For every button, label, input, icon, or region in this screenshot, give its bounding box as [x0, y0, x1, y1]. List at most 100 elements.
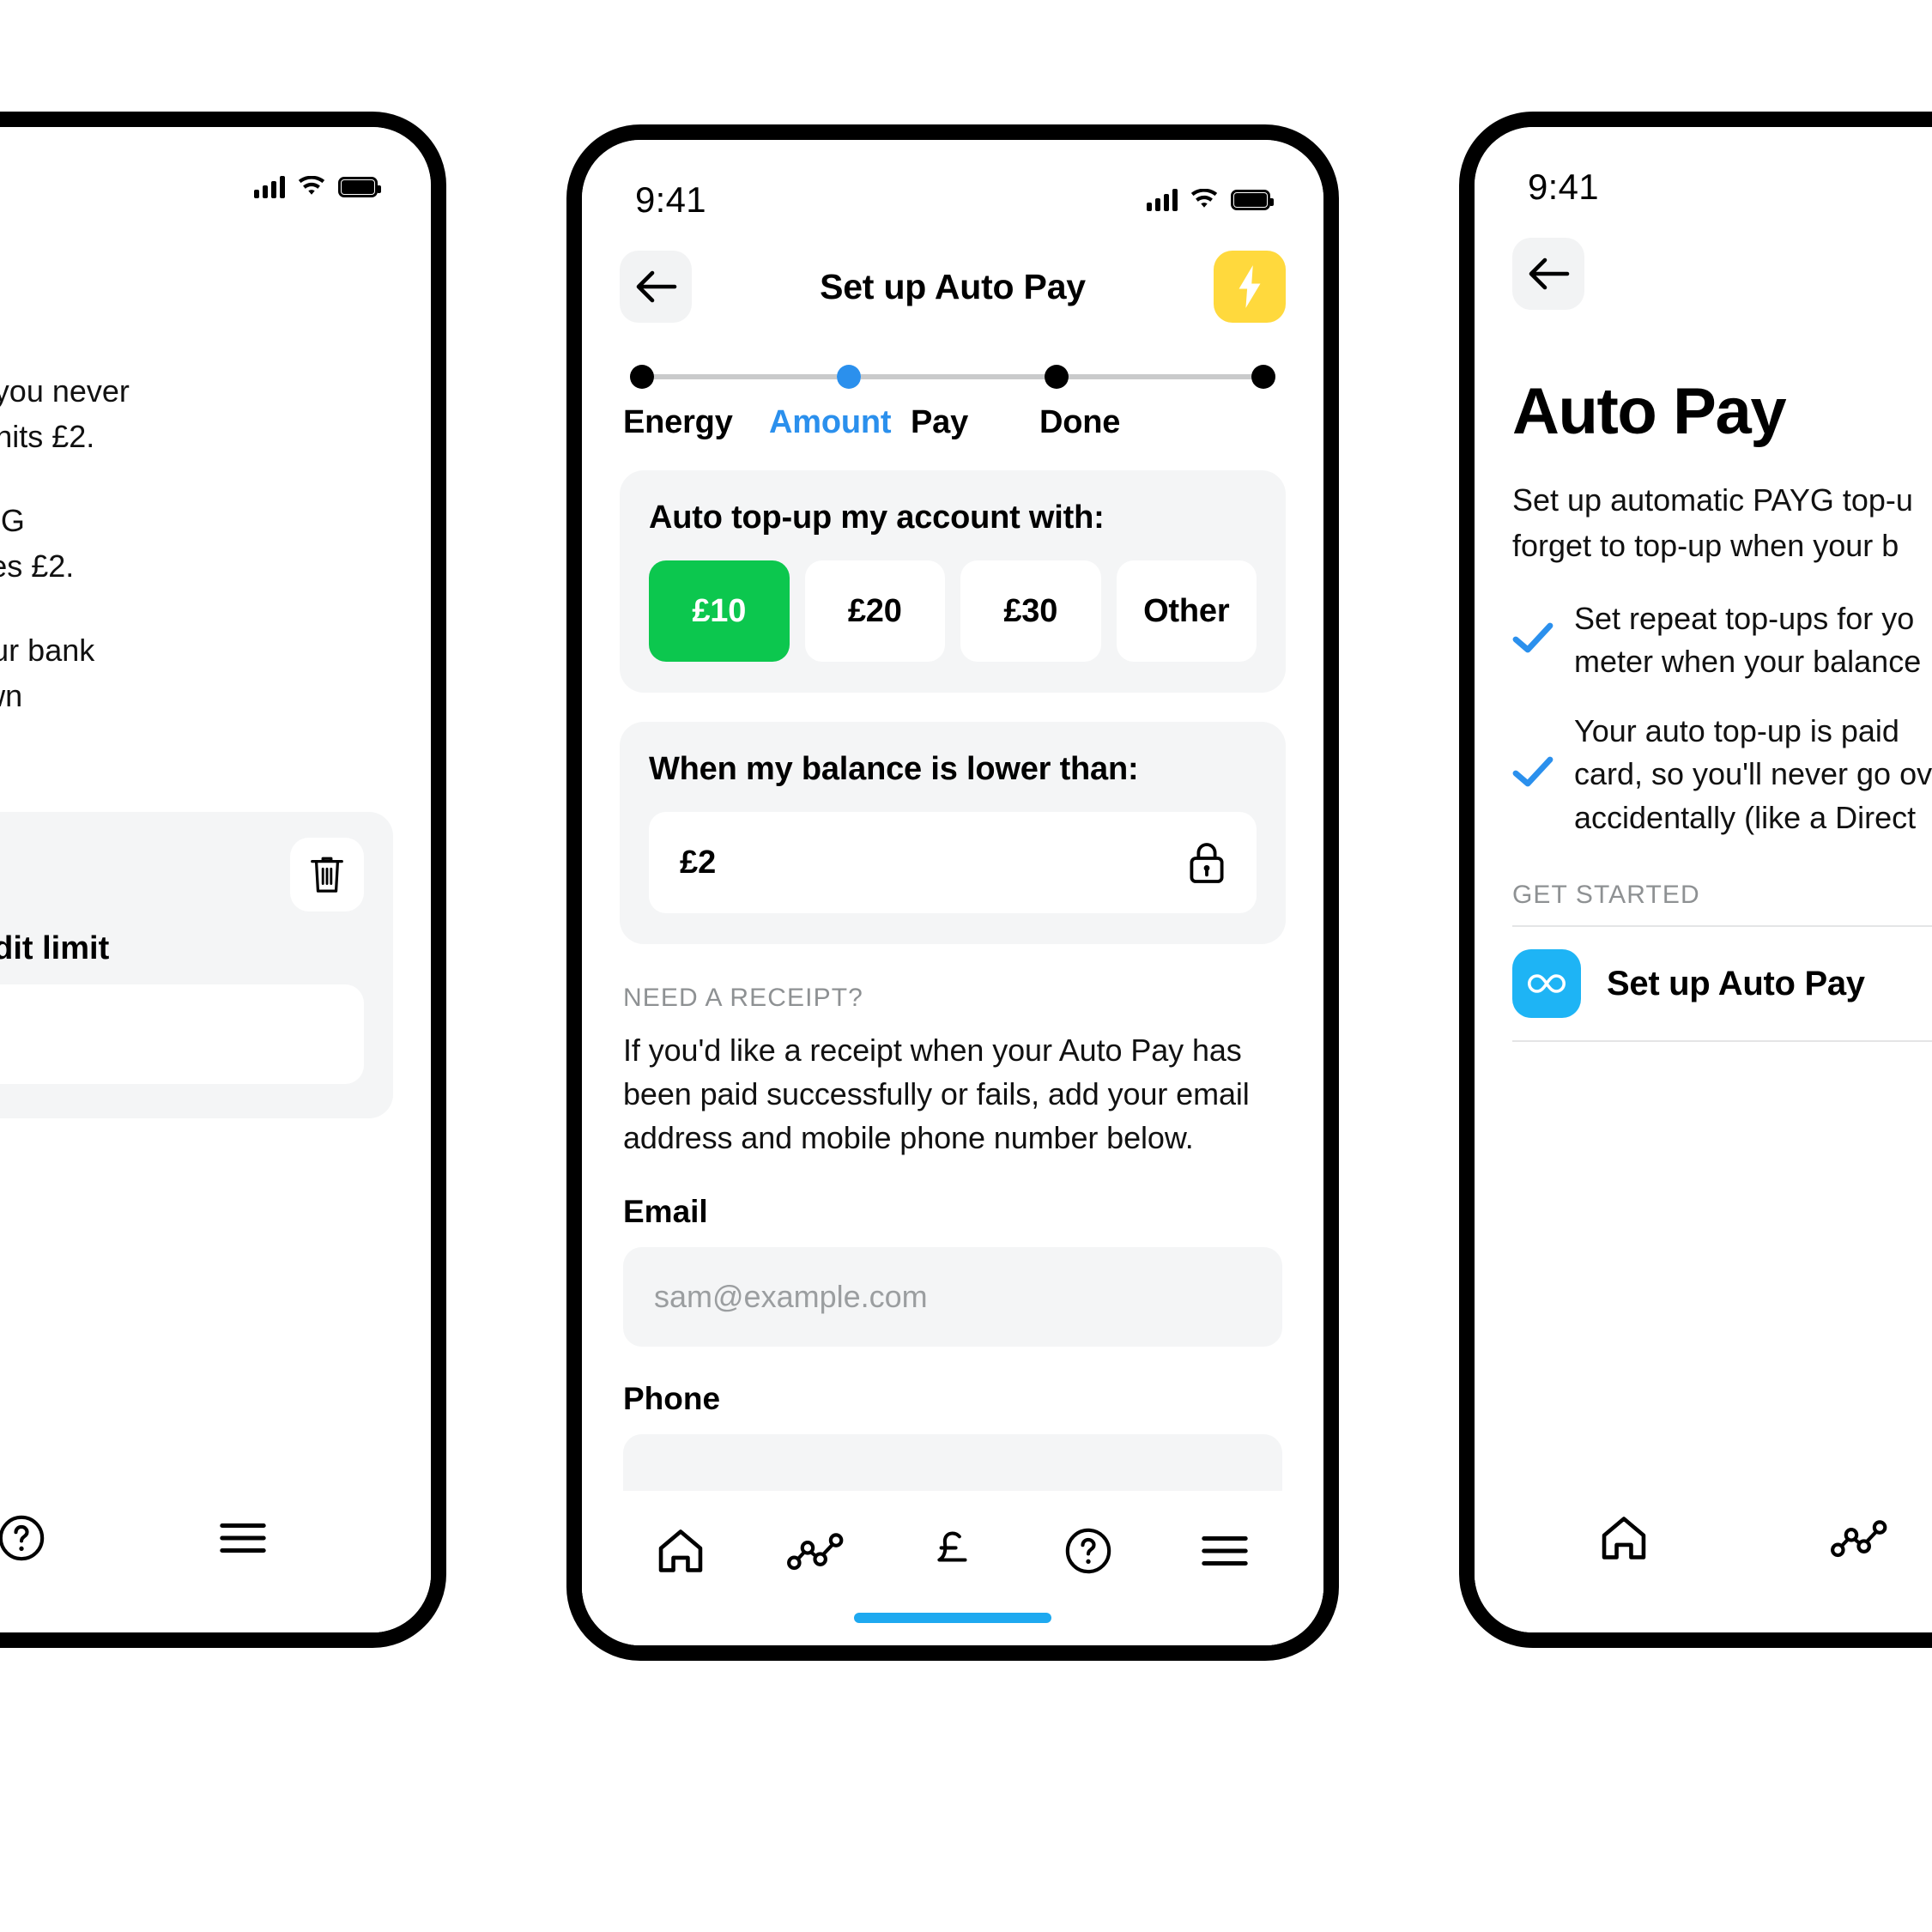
credit-limit-card: Credit limit £2.00 [0, 811, 393, 1118]
benefit-text-1: Set repeat top-ups for yo meter when you… [1574, 601, 1922, 680]
boost-button[interactable] [1214, 251, 1286, 323]
menu-icon [220, 1523, 266, 1553]
status-bar-right: 9:41 [1475, 127, 1932, 223]
receipt-eyebrow: NEED A RECEIPT? [623, 984, 863, 1012]
tab-usage[interactable] [748, 1531, 884, 1571]
email-input[interactable]: sam@example.com [623, 1247, 1282, 1348]
email-label: Email [623, 1194, 708, 1230]
phone-mockup-right: 9:41 Auto Pay Auto Pay Set up automatic … [1459, 112, 1932, 1648]
stepper-track [623, 365, 1282, 389]
credit-limit-value[interactable]: £2.00 [0, 984, 364, 1084]
get-started-heading: GET STARTED [1512, 881, 1700, 910]
right-intro: Set up automatic PAYG top-u forget to to… [1512, 482, 1913, 563]
amount-option-10[interactable]: £10 [649, 560, 790, 662]
left-para-1: c PAYG top-ups so you never when your ba… [0, 373, 130, 454]
infinity-icon [1512, 949, 1581, 1019]
back-arrow-icon [1529, 257, 1570, 290]
page-title-center: Set up Auto Pay [820, 266, 1086, 306]
phone-label: Phone [623, 1381, 721, 1417]
stepper-dot-done[interactable] [1251, 365, 1275, 389]
receipt-section: NEED A RECEIPT? If you'd like a receipt … [582, 944, 1323, 1535]
stepper-label-energy[interactable]: Energy [623, 404, 769, 441]
left-para-3: p-up is paid with your bank ll never go … [0, 633, 95, 713]
threshold-field: £2 [649, 812, 1257, 913]
status-icons [254, 176, 381, 198]
tab-bar-right [1475, 1478, 1932, 1632]
right-content: Auto Pay Set up automatic PAYG top-u for… [1475, 318, 1932, 1043]
benefit-text-2: Your auto top-up is paid card, so you'll… [1574, 712, 1932, 835]
stepper-dot-amount[interactable] [837, 365, 862, 389]
tab-bar-center [582, 1491, 1323, 1645]
wifi-icon [298, 176, 325, 195]
list-item-label: Set up Auto Pay [1607, 964, 1865, 1002]
help-icon [0, 1515, 45, 1561]
help-icon [1066, 1528, 1111, 1574]
balance-threshold-card: When my balance is lower than: £2 [620, 722, 1286, 944]
trash-icon [311, 857, 343, 893]
tab-usage-right[interactable] [1742, 1518, 1932, 1558]
benefit-list: Set repeat top-ups for yo meter when you… [1512, 597, 1932, 839]
tab-bar-left [0, 1478, 431, 1632]
screenshot-stage: Auto Pay c PAYG top-ups so you never whe… [0, 0, 1932, 1932]
status-bar-center: 9:41 [582, 140, 1323, 236]
tab-help-left[interactable] [0, 1513, 132, 1563]
signal-icon [254, 176, 285, 198]
right-heading: Auto Pay [1512, 375, 1787, 448]
usage-chart-icon [786, 1533, 843, 1571]
credit-limit-label: Credit limit [0, 930, 110, 966]
back-button[interactable] [620, 251, 692, 323]
home-icon [658, 1529, 703, 1572]
phone-mockup-center: 9:41 Set up Auto Pay Energy Amount Pay D… [566, 124, 1339, 1661]
tab-menu-left[interactable] [132, 1519, 354, 1557]
status-icons-center [1147, 189, 1274, 211]
stepper-label-amount[interactable]: Amount [769, 404, 911, 441]
benefit-item-1: Set repeat top-ups for yo meter when you… [1512, 597, 1932, 684]
stepper-dot-pay[interactable] [1044, 365, 1069, 389]
threshold-card-title: When my balance is lower than: [649, 751, 1139, 787]
wifi-icon [1190, 189, 1218, 208]
stepper-label-pay[interactable]: Pay [911, 404, 1039, 441]
tab-home[interactable] [613, 1527, 748, 1575]
screen-center: 9:41 Set up Auto Pay Energy Amount Pay D… [582, 140, 1323, 1645]
tab-pound[interactable] [885, 1526, 1021, 1576]
left-body-text: c PAYG top-ups so you never when your ba… [0, 318, 431, 764]
amount-option-30[interactable]: £30 [960, 560, 1101, 662]
status-bar-left [0, 127, 431, 223]
topup-card-title: Auto top-up my account with: [649, 500, 1105, 536]
usage-chart-icon [1831, 1520, 1887, 1558]
page-title-left: Auto Pay [0, 254, 431, 294]
list-item-setup-auto-pay[interactable]: Set up Auto Pay [1512, 925, 1932, 1043]
nav-bar-right: Auto Pay [1475, 223, 1932, 318]
left-para-2: op-ups for your PAYG your balance reache… [0, 503, 75, 584]
stepper-dot-energy[interactable] [630, 365, 654, 389]
progress-stepper: Energy Amount Pay Done [582, 330, 1323, 441]
phone-mockup-left: Auto Pay c PAYG top-ups so you never whe… [0, 112, 446, 1648]
tab-menu[interactable] [1157, 1532, 1293, 1570]
signal-icon [1147, 189, 1178, 211]
receipt-description: If you'd like a receipt when your Auto P… [623, 1033, 1250, 1156]
nav-bar-center: Set up Auto Pay [582, 236, 1323, 330]
battery-icon [1231, 190, 1274, 210]
amount-option-20[interactable]: £20 [804, 560, 945, 662]
stepper-line-1 [654, 374, 838, 379]
lightning-bolt-icon [1239, 265, 1261, 308]
home-icon [1602, 1517, 1646, 1560]
back-button-right[interactable] [1512, 238, 1584, 310]
credit-limit-row: £2.00 [0, 984, 364, 1084]
screen-right: 9:41 Auto Pay Auto Pay Set up automatic … [1475, 127, 1932, 1632]
status-time-right: 9:41 [1528, 167, 1599, 207]
back-arrow-icon [636, 270, 677, 303]
stepper-line-2 [861, 374, 1045, 379]
screen-left: Auto Pay c PAYG top-ups so you never whe… [0, 127, 431, 1632]
topup-amount-card: Auto top-up my account with: £10 £20 £30… [620, 470, 1286, 693]
stepper-labels: Energy Amount Pay Done [623, 404, 1282, 441]
stepper-line-3 [1068, 374, 1251, 379]
delete-button[interactable] [290, 837, 364, 911]
stepper-label-done[interactable]: Done [1039, 404, 1282, 441]
home-indicator-center [854, 1613, 1051, 1623]
tab-help[interactable] [1021, 1526, 1156, 1576]
tab-home-right[interactable] [1505, 1514, 1742, 1562]
amount-option-other[interactable]: Other [1116, 560, 1257, 662]
pound-icon [937, 1531, 967, 1562]
menu-icon [1202, 1535, 1248, 1566]
